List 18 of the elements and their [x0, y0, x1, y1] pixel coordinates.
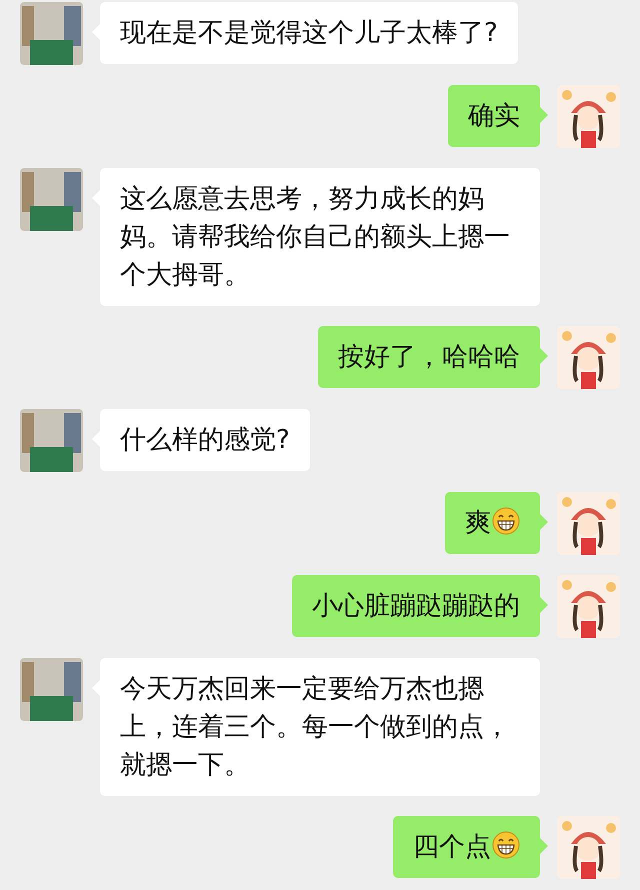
- photo-placeholder: [20, 2, 83, 65]
- avatar-illustration: [557, 492, 620, 555]
- message-text: 确实: [468, 101, 520, 131]
- photo-placeholder: [20, 409, 83, 472]
- message-text: 今天万杰回来一定要给万杰也摁上，连着三个。每一个做到的点，就摁一下。: [120, 674, 510, 780]
- photo-placeholder: [20, 658, 83, 721]
- message-text: 按好了，哈哈哈: [338, 342, 520, 372]
- photo-placeholder: [20, 168, 83, 231]
- avatar-illustration: [557, 85, 620, 148]
- message-text: 小心脏蹦跶蹦跶的: [312, 591, 520, 621]
- message-text: 什么样的感觉?: [120, 425, 290, 455]
- message-text: 爽: [465, 508, 491, 538]
- message-text: 现在是不是觉得这个儿子太棒了?: [120, 18, 498, 48]
- message-text: 这么愿意去思考，努力成长的妈妈。请帮我给你自己的额头上摁一个大拇哥。: [120, 184, 510, 290]
- avatar-illustration: [557, 326, 620, 389]
- message-text: 四个点: [413, 832, 491, 862]
- avatar-illustration: [557, 816, 620, 879]
- avatar-illustration: [557, 575, 620, 638]
